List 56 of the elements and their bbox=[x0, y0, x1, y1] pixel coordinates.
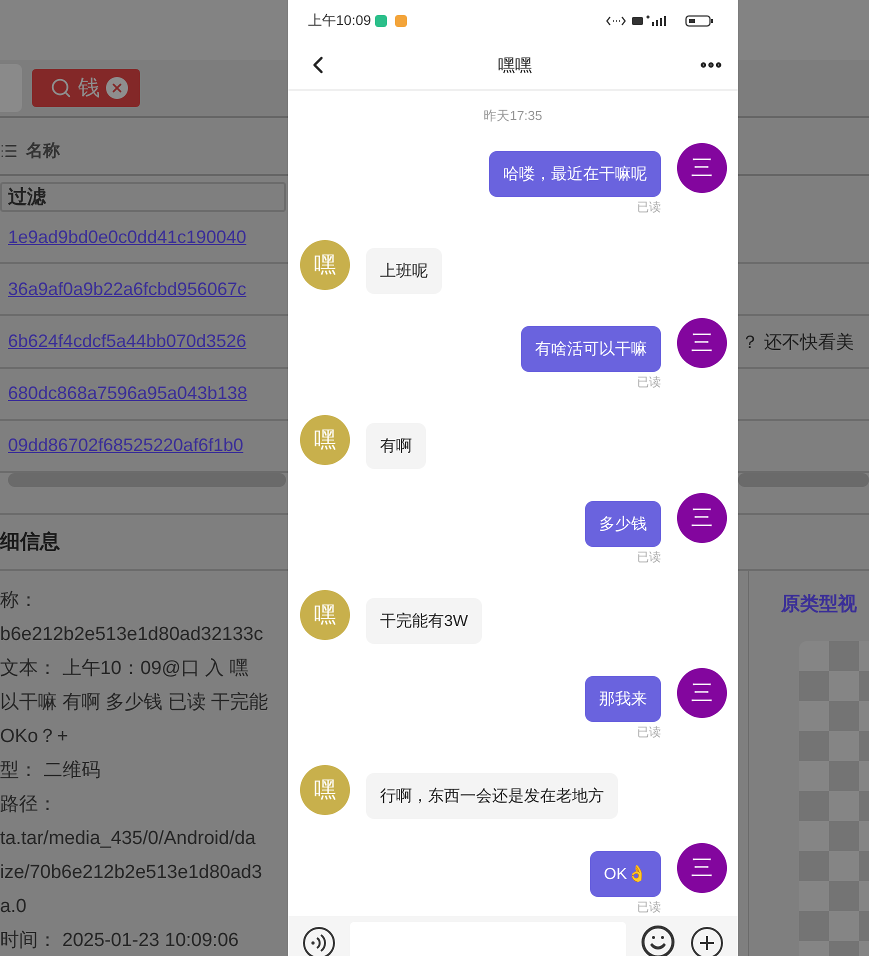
avatar: 嘿 bbox=[300, 240, 350, 290]
scrollbar[interactable] bbox=[738, 472, 869, 487]
file-link[interactable]: 6b624f4cdcf5a44bb070d3526 bbox=[8, 331, 286, 352]
read-status: 已读 bbox=[637, 549, 661, 566]
avatar: 嘿 bbox=[300, 415, 350, 466]
detail-line: 文本： 上午10：09@口 入 嘿 bbox=[0, 657, 248, 681]
avatar: 三 bbox=[677, 143, 727, 194]
avatar: 三 bbox=[677, 843, 727, 894]
table-cell-text: ？ 还不快看美 bbox=[741, 330, 854, 354]
section-heading: 细信息 bbox=[0, 530, 60, 556]
avatar: 三 bbox=[677, 318, 727, 368]
read-status: 已读 bbox=[637, 374, 661, 392]
avatar: 三 bbox=[677, 493, 727, 544]
read-status: 已读 bbox=[637, 724, 661, 742]
detail-line: a.0 bbox=[0, 895, 26, 919]
detail-line: 时间： 2025-01-23 10:09:06 bbox=[0, 929, 239, 953]
file-link[interactable]: 1e9ad9bd0e0c0dd41c190040 bbox=[8, 226, 286, 248]
file-link[interactable]: 09dd86702f68525220af6f1b0 bbox=[8, 435, 286, 456]
avatar: 嘿 bbox=[300, 765, 350, 816]
message-bubble: 那我来 bbox=[585, 676, 661, 722]
add-icon[interactable] bbox=[690, 926, 724, 956]
detail-line: 称： bbox=[0, 589, 38, 613]
search-icon bbox=[50, 76, 72, 99]
message-bubble: 有啥活可以干嘛 bbox=[521, 326, 661, 372]
message-bubble: 行啊，东西一会还是发在老地方 bbox=[366, 773, 618, 820]
avatar: 三 bbox=[677, 668, 727, 718]
emoji-icon[interactable] bbox=[640, 924, 676, 956]
detail-line: 以干嘛 有啊 多少钱 已读 干完能 bbox=[0, 691, 268, 715]
close-icon[interactable] bbox=[106, 76, 128, 99]
message-bubble: OK👌 bbox=[590, 851, 661, 898]
message-bubble: 上班呢 bbox=[366, 248, 442, 294]
status-time: 上午10:09 bbox=[308, 12, 372, 30]
message-bubble: 多少钱 bbox=[585, 501, 661, 548]
app-icon bbox=[375, 14, 388, 27]
message-bubble: 哈喽，最近在干嘛呢 bbox=[489, 151, 661, 198]
read-status: 已读 bbox=[637, 199, 661, 216]
search-tag[interactable]: 钱 bbox=[32, 68, 140, 107]
detail-line: b6e212b2e513e1d80ad32133c bbox=[0, 623, 264, 647]
app-icon bbox=[395, 14, 408, 27]
filter-field[interactable]: 过滤 bbox=[0, 182, 286, 212]
chat-title: 嘿嘿 bbox=[497, 54, 533, 77]
detail-line: ta.tar/media_435/0/Android/da bbox=[0, 827, 256, 851]
chat-timestamp: 昨天17:35 bbox=[484, 108, 542, 124]
file-link[interactable]: 36a9af0a9b22a6fcbd956067c bbox=[8, 278, 286, 300]
detail-line: 路径： bbox=[0, 793, 57, 817]
message-bubble: 干完能有3W bbox=[366, 598, 482, 644]
column-header[interactable]: 名称 bbox=[26, 139, 60, 162]
avatar: 嘿 bbox=[300, 590, 350, 640]
file-link[interactable]: 680dc868a7596a95a043b138 bbox=[8, 383, 286, 404]
detail-line: ize/70b6e212b2e513e1d80ad3 bbox=[0, 861, 262, 885]
detail-line: 型： 二维码 bbox=[0, 759, 100, 783]
read-status: 已读 bbox=[637, 899, 661, 916]
voice-icon[interactable] bbox=[302, 926, 336, 956]
pane-title: 原类型视 bbox=[781, 592, 858, 617]
message-bubble: 有啊 bbox=[366, 423, 426, 470]
detail-line: OKo？+ bbox=[0, 725, 68, 749]
